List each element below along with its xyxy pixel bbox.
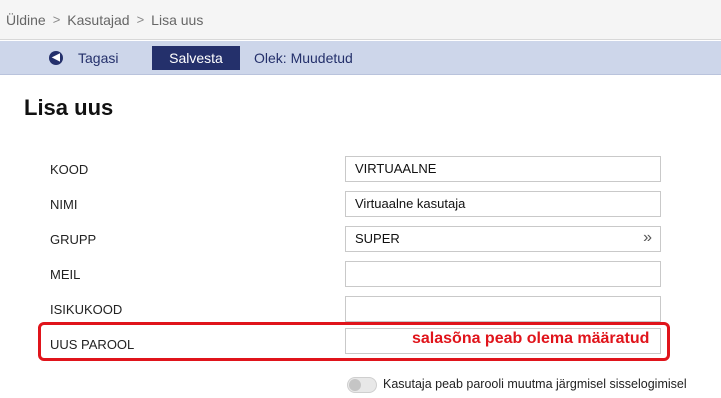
- meil-label: MEIL: [50, 267, 81, 282]
- nimi-input[interactable]: Virtuaalne kasutaja: [345, 191, 661, 217]
- back-arrow-icon[interactable]: ◀: [49, 51, 63, 65]
- toolbar: ◀ Tagasi Salvesta Olek: Muudetud: [0, 41, 721, 75]
- grupp-value: SUPER: [355, 231, 400, 246]
- grupp-select[interactable]: SUPER »: [345, 226, 661, 252]
- password-required-annotation: salasõna peab olema määratud: [412, 330, 650, 347]
- status-text: Olek: Muudetud: [254, 50, 353, 66]
- password-change-toggle-label: Kasutaja peab parooli muutma järgmisel s…: [383, 377, 687, 391]
- page-title: Lisa uus: [24, 95, 114, 120]
- kood-input[interactable]: VIRTUAALNE: [345, 156, 661, 182]
- toggle-knob: [349, 379, 361, 391]
- save-button[interactable]: Salvesta: [152, 46, 240, 70]
- breadcrumb-separator-icon: >: [136, 12, 145, 27]
- uus-parool-label: UUS PAROOL: [50, 337, 135, 352]
- back-button[interactable]: Tagasi: [78, 50, 118, 66]
- kood-label: KOOD: [50, 162, 89, 177]
- password-change-toggle[interactable]: [347, 377, 377, 393]
- nimi-label: NIMI: [50, 197, 78, 212]
- breadcrumb-item-current: Lisa uus: [151, 11, 204, 28]
- meil-input[interactable]: [345, 261, 661, 287]
- breadcrumb-separator-icon: >: [52, 12, 61, 27]
- breadcrumb-item-users[interactable]: Kasutajad: [67, 12, 129, 28]
- breadcrumb-item-general[interactable]: Üldine: [6, 12, 46, 28]
- breadcrumb: Üldine > Kasutajad > Lisa uus: [0, 0, 721, 40]
- isikukood-input[interactable]: [345, 296, 661, 322]
- double-chevron-right-icon[interactable]: »: [643, 227, 652, 249]
- grupp-label: GRUPP: [50, 232, 97, 247]
- isikukood-label: ISIKUKOOD: [50, 302, 123, 317]
